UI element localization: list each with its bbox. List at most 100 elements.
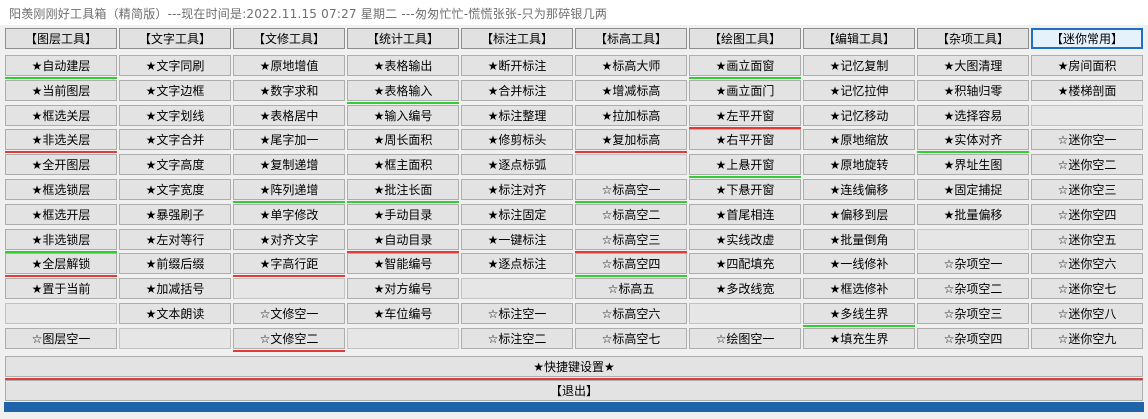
tool-button[interactable]: ★非选锁层 <box>5 229 117 250</box>
tool-button[interactable]: ★文字划线 <box>119 105 231 126</box>
tool-button[interactable]: ★大图清理 <box>917 55 1029 76</box>
tool-button[interactable]: ★自动目录 <box>347 229 459 250</box>
tool-button[interactable]: ★左平开窗 <box>689 105 801 126</box>
tool-button[interactable]: ★原地增值 <box>233 55 345 76</box>
tool-button[interactable]: ☆迷你空九 <box>1031 328 1143 349</box>
tool-button[interactable]: ★连线偏移 <box>803 179 915 200</box>
tool-button[interactable]: ★标注固定 <box>461 204 573 225</box>
tool-button[interactable]: ☆标高空一 <box>575 179 687 200</box>
tool-button[interactable]: ★文本朗读 <box>119 303 231 324</box>
tool-button[interactable]: ★逐点标弧 <box>461 154 573 175</box>
tool-button[interactable]: ★全层解锁 <box>5 253 117 274</box>
tool-button[interactable]: ★表格居中 <box>233 105 345 126</box>
tool-button[interactable]: ★标高大师 <box>575 55 687 76</box>
tool-button[interactable]: ☆绘图空一 <box>689 328 801 349</box>
tool-button[interactable]: ☆杂项空四 <box>917 328 1029 349</box>
tool-button[interactable]: ★左对等行 <box>119 229 231 250</box>
shortcut-settings-button[interactable]: ★快捷键设置★ <box>5 356 1143 377</box>
tool-button[interactable]: ★文字边框 <box>119 80 231 101</box>
tool-button[interactable]: ☆杂项空二 <box>917 278 1029 299</box>
tool-button[interactable]: ☆图层空一 <box>5 328 117 349</box>
tool-button[interactable]: ★标注整理 <box>461 105 573 126</box>
tool-button[interactable]: ★实体对齐 <box>917 129 1029 150</box>
tab-7[interactable]: 【绘图工具】 <box>689 28 801 49</box>
tool-button[interactable]: ★当前图层 <box>5 80 117 101</box>
tool-button[interactable]: ★记忆复制 <box>803 55 915 76</box>
exit-button[interactable]: 【退出】 <box>5 380 1143 401</box>
tab-2[interactable]: 【文字工具】 <box>119 28 231 49</box>
tab-9[interactable]: 【杂项工具】 <box>917 28 1029 49</box>
tool-button[interactable]: ★标注对齐 <box>461 179 573 200</box>
tab-10[interactable]: 【迷你常用】 <box>1031 28 1143 49</box>
empty-button[interactable] <box>119 328 231 349</box>
tool-button[interactable]: ★合并标注 <box>461 80 573 101</box>
tool-button[interactable]: ☆迷你空七 <box>1031 278 1143 299</box>
tool-button[interactable]: ★记忆拉伸 <box>803 80 915 101</box>
tool-button[interactable]: ★车位编号 <box>347 303 459 324</box>
tool-button[interactable]: ★楼梯剖面 <box>1031 80 1143 101</box>
tab-5[interactable]: 【标注工具】 <box>461 28 573 49</box>
tool-button[interactable]: ☆迷你空四 <box>1031 204 1143 225</box>
tool-button[interactable]: ★原地缩放 <box>803 129 915 150</box>
tool-button[interactable]: ★非选关层 <box>5 129 117 150</box>
tool-button[interactable]: ★全开图层 <box>5 154 117 175</box>
empty-button[interactable] <box>575 154 687 175</box>
tool-button[interactable]: ★数字求和 <box>233 80 345 101</box>
tool-button[interactable]: ★房间面积 <box>1031 55 1143 76</box>
tool-button[interactable]: ★对齐文字 <box>233 229 345 250</box>
tool-button[interactable]: ★复制递增 <box>233 154 345 175</box>
tool-button[interactable]: ★下悬开窗 <box>689 179 801 200</box>
tool-button[interactable]: ★对方编号 <box>347 278 459 299</box>
tool-button[interactable]: ★右平开窗 <box>689 129 801 150</box>
tool-button[interactable]: ★上悬开窗 <box>689 154 801 175</box>
tool-button[interactable]: ★尾字加一 <box>233 129 345 150</box>
tool-button[interactable]: ☆迷你空八 <box>1031 303 1143 324</box>
tool-button[interactable]: ★一键标注 <box>461 229 573 250</box>
tool-button[interactable]: ★原地旋转 <box>803 154 915 175</box>
tool-button[interactable]: ★文字高度 <box>119 154 231 175</box>
tool-button[interactable]: ★偏移到层 <box>803 204 915 225</box>
tool-button[interactable]: ★加减括号 <box>119 278 231 299</box>
empty-button[interactable] <box>461 278 573 299</box>
tool-button[interactable]: ★选择容易 <box>917 105 1029 126</box>
tool-button[interactable]: ★修剪标头 <box>461 129 573 150</box>
tool-button[interactable]: ☆标注空一 <box>461 303 573 324</box>
tool-button[interactable]: ★实线改虚 <box>689 229 801 250</box>
tool-button[interactable]: ★置于当前 <box>5 278 117 299</box>
tool-button[interactable]: ☆标高空七 <box>575 328 687 349</box>
empty-button[interactable] <box>917 229 1029 250</box>
tool-button[interactable]: ★一线修补 <box>803 253 915 274</box>
empty-button[interactable] <box>233 278 345 299</box>
tool-button[interactable]: ★框主面积 <box>347 154 459 175</box>
tool-button[interactable]: ☆杂项空一 <box>917 253 1029 274</box>
tool-button[interactable]: ☆标高空六 <box>575 303 687 324</box>
tool-button[interactable]: ☆杂项空三 <box>917 303 1029 324</box>
tab-8[interactable]: 【编辑工具】 <box>803 28 915 49</box>
tool-button[interactable]: ☆标高空三 <box>575 229 687 250</box>
tool-button[interactable]: ★逐点标注 <box>461 253 573 274</box>
tool-button[interactable]: ★字高行距 <box>233 253 345 274</box>
tool-button[interactable]: ★积轴归零 <box>917 80 1029 101</box>
tab-1[interactable]: 【图层工具】 <box>5 28 117 49</box>
tool-button[interactable]: ☆标高五 <box>575 278 687 299</box>
tool-button[interactable]: ☆迷你空一 <box>1031 129 1143 150</box>
tool-button[interactable]: ☆标高空四 <box>575 253 687 274</box>
tool-button[interactable]: ★批量倒角 <box>803 229 915 250</box>
tool-button[interactable]: ★周长面积 <box>347 129 459 150</box>
tool-button[interactable]: ★画立面窗 <box>689 55 801 76</box>
tool-button[interactable]: ★框选修补 <box>803 278 915 299</box>
tool-button[interactable]: ★首尾相连 <box>689 204 801 225</box>
tool-button[interactable]: ★阵列递增 <box>233 179 345 200</box>
tool-button[interactable]: ★框选锁层 <box>5 179 117 200</box>
tool-button[interactable]: ★文字宽度 <box>119 179 231 200</box>
tool-button[interactable]: ★单字修改 <box>233 204 345 225</box>
empty-button[interactable] <box>1031 105 1143 126</box>
empty-button[interactable] <box>5 303 117 324</box>
tool-button[interactable]: ★手动目录 <box>347 204 459 225</box>
tool-button[interactable]: ☆迷你空二 <box>1031 154 1143 175</box>
tool-button[interactable]: ★表格输入 <box>347 80 459 101</box>
tool-button[interactable]: ☆迷你空三 <box>1031 179 1143 200</box>
tool-button[interactable]: ☆文修空一 <box>233 303 345 324</box>
tool-button[interactable]: ★填充生界 <box>803 328 915 349</box>
tool-button[interactable]: ★自动建层 <box>5 55 117 76</box>
